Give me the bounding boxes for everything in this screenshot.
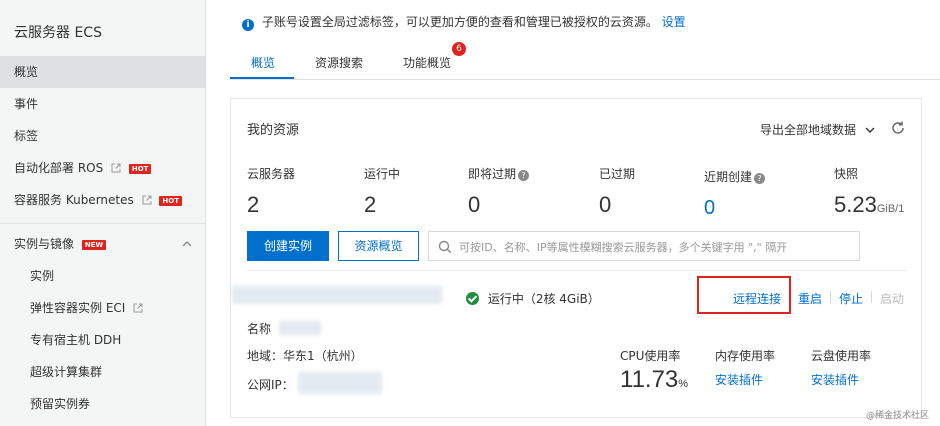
- instance-public-ip: 公网IP：: [247, 378, 294, 392]
- sidebar-item-eci[interactable]: 弹性容器实例 ECI: [0, 292, 206, 324]
- tab-active-indicator: [230, 77, 294, 79]
- snapshot-unit: GiB/1: [876, 203, 905, 215]
- sidebar-item-label: 事件: [14, 97, 39, 111]
- check-circle-icon: [466, 292, 479, 305]
- sidebar-item-overview[interactable]: 概览: [0, 56, 206, 88]
- sidebar-item-scc[interactable]: 超级计算集群: [0, 356, 206, 388]
- watermark: @稀金技术社区: [866, 411, 930, 421]
- instance-id-redacted: [232, 286, 442, 304]
- sidebar-item-label: 自动化部署 ROS: [14, 161, 104, 175]
- stat-value-snapshots: 5.23GiB/1: [834, 192, 905, 217]
- remote-connect-link[interactable]: 远程连接: [733, 290, 781, 307]
- sidebar-item-label: 概览: [14, 65, 39, 79]
- sidebar-item-instances[interactable]: 实例: [0, 260, 206, 292]
- stat-label-snapshots: 快照: [834, 167, 859, 181]
- restart-link[interactable]: 重启: [798, 290, 822, 307]
- info-icon: i: [242, 19, 254, 31]
- sidebar-group-label: 实例与镜像: [14, 237, 75, 251]
- help-icon[interactable]: ?: [518, 170, 530, 181]
- action-separator: [830, 291, 831, 303]
- hot-badge: HOT: [128, 164, 152, 174]
- external-link-icon: [111, 163, 121, 173]
- sidebar-divider: [0, 223, 206, 224]
- sidebar-item-ros[interactable]: 自动化部署 ROS HOT: [0, 152, 206, 184]
- sidebar-title: 云服务器 ECS: [14, 25, 102, 41]
- sidebar-item-label: 专有宿主机 DDH: [30, 333, 122, 347]
- stat-label-servers: 云服务器: [247, 167, 296, 181]
- stat-label-expired: 已过期: [599, 167, 636, 181]
- export-dropdown[interactable]: 导出全部地域数据: [760, 121, 876, 138]
- stat-label-recent: 近期创建?: [704, 168, 766, 185]
- new-badge: NEW: [81, 240, 107, 250]
- sidebar-item-reserved[interactable]: 预留实例券: [0, 388, 206, 420]
- cpu-usage-value: 11.73%: [620, 366, 689, 393]
- refresh-icon[interactable]: [890, 120, 906, 136]
- disk-usage-label: 云盘使用率: [811, 349, 872, 363]
- stat-value-expiring: 0: [468, 192, 481, 217]
- stat-value-expired: 0: [599, 192, 612, 217]
- card-title: 我的资源: [247, 123, 300, 138]
- row-divider: [247, 270, 907, 271]
- resource-overview-button[interactable]: 资源概览: [338, 231, 419, 261]
- search-icon: [438, 240, 452, 254]
- search-box: [428, 231, 860, 261]
- export-label: 导出全部地域数据: [760, 123, 857, 137]
- sidebar-item-tags[interactable]: 标签: [0, 120, 206, 152]
- stat-label-expiring: 即将过期?: [468, 165, 530, 182]
- sidebar-item-label: 超级计算集群: [30, 365, 103, 379]
- sidebar-item-label: 预留实例券: [30, 397, 91, 411]
- sidebar-item-label: 弹性容器实例 ECI: [30, 301, 126, 315]
- instance-name: 名称: [247, 322, 272, 336]
- memory-usage-label: 内存使用率: [715, 349, 776, 363]
- external-link-icon: [133, 303, 143, 313]
- stat-value-servers[interactable]: 2: [247, 192, 259, 218]
- sidebar: 云服务器 ECS 概览 事件 标签 自动化部署 ROS HOT 容器服务 Kub…: [0, 0, 206, 426]
- sidebar-item-events[interactable]: 事件: [0, 88, 206, 120]
- install-plugin-disk-link[interactable]: 安装插件: [811, 371, 859, 388]
- chevron-down-icon: [865, 127, 875, 133]
- tab-feature-overview[interactable]: 功能概览: [403, 54, 451, 71]
- status-text: 运行中（2核 4GiB）: [487, 292, 600, 306]
- sidebar-group-instances-images[interactable]: 实例与镜像 NEW: [0, 228, 206, 260]
- install-plugin-memory-link[interactable]: 安装插件: [715, 371, 763, 388]
- external-link-icon: [142, 195, 152, 205]
- cpu-usage-label: CPU使用率: [620, 349, 681, 363]
- help-icon[interactable]: ?: [754, 173, 766, 184]
- notice-bar: i 子账号设置全局过滤标签，可以更加方便的查看和管理已被授权的云资源。 设置: [242, 13, 686, 31]
- tab-overview[interactable]: 概览: [251, 54, 275, 71]
- sidebar-item-label: 实例: [30, 269, 55, 283]
- notice-settings-link[interactable]: 设置: [662, 15, 686, 29]
- sidebar-item-label: 容器服务 Kubernetes: [14, 193, 134, 207]
- chevron-up-icon: [182, 241, 192, 247]
- create-instance-button[interactable]: 创建实例: [247, 231, 329, 261]
- sidebar-item-kubernetes[interactable]: 容器服务 Kubernetes HOT: [0, 184, 206, 216]
- stat-value-recent[interactable]: 0: [704, 197, 715, 220]
- instance-name-redacted: [279, 321, 321, 335]
- action-separator: [871, 291, 872, 303]
- tab-badge: 6: [452, 42, 466, 56]
- notice-text: 子账号设置全局过滤标签，可以更加方便的查看和管理已被授权的云资源。: [261, 15, 658, 29]
- instance-status: 运行中（2核 4GiB）: [466, 290, 600, 307]
- search-input[interactable]: [459, 238, 854, 256]
- stat-value-running[interactable]: 2: [364, 192, 376, 218]
- sidebar-item-ddh[interactable]: 专有宿主机 DDH: [0, 324, 206, 356]
- tab-resource-search[interactable]: 资源搜索: [315, 54, 363, 71]
- instance-region: 地域：华东1（杭州）: [247, 349, 363, 363]
- public-ip-redacted: [298, 372, 382, 394]
- hot-badge: HOT: [159, 196, 182, 206]
- stat-label-running: 运行中: [364, 167, 401, 181]
- stop-link[interactable]: 停止: [839, 290, 863, 307]
- sidebar-item-label: 标签: [14, 129, 39, 143]
- start-link: 启动: [880, 292, 905, 306]
